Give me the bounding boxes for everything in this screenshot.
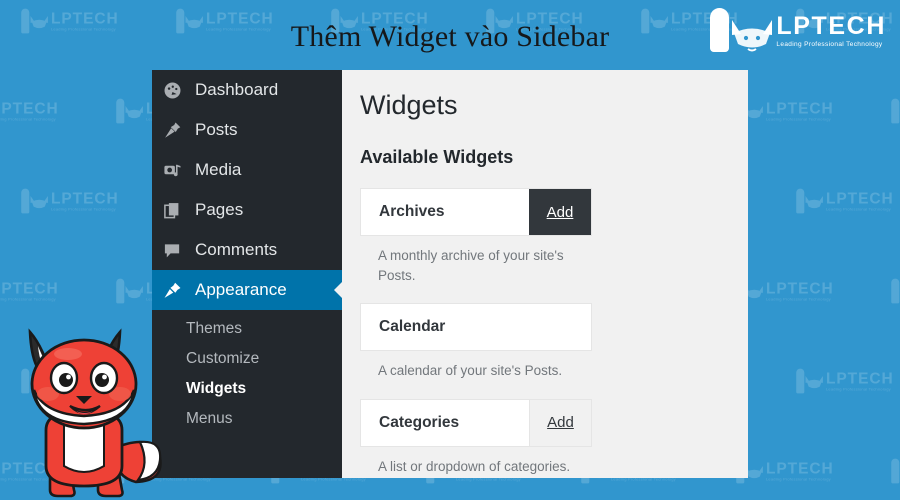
widget-cell: Categories Add A list or dropdown of categ… [360,398,592,477]
watermark-text: LPTECHLeading Professional Technology [0,100,59,122]
watermark-text: LPTECHLeading Professional Technology [826,370,894,392]
brand-name: LPTECH [776,11,886,40]
widget-title: Categories [379,413,460,431]
sidebar-item-label: Posts [195,120,238,139]
submenu-item-label: Widgets [186,380,247,397]
widget-add-button[interactable]: Add [529,399,591,446]
brand-logo: LPTECH Leading Professional Technology [708,8,886,54]
dashboard-gauge-icon [163,81,189,100]
watermark-logo-icon [795,188,824,215]
submenu-item-label: Customize [186,350,260,367]
sidebar-item-dashboard[interactable]: Dashboard [152,70,342,110]
watermark-lptech: LPTECHLeading Professional Technology [795,368,894,395]
submenu-item-label: Themes [186,320,242,337]
watermark-text: LPTECHLeading Professional Technology [51,190,119,212]
watermark-text: LPTECHLeading Professional Technology [826,190,894,212]
lptech-fox-logo-icon [708,8,774,54]
widget-description: A monthly archive of your site's Posts. [378,248,564,283]
watermark-lptech: LPTECHLeading Professional Technology [735,458,834,485]
widget-card[interactable]: Archives Add [360,188,592,236]
widget-title: Archives [379,203,445,220]
widget-card[interactable]: CalendarAdd [360,303,592,352]
submenu-item-widgets[interactable]: Widgets [152,374,342,404]
watermark-lptech: LPTECHLeading Professional Technology [0,98,59,125]
watermark-logo-icon [20,188,49,215]
available-widgets-grid: Archives Add A monthly archive of your sit… [360,188,748,478]
submenu-item-menus[interactable]: Menus [152,404,342,434]
watermark-lptech: LPTECHLeading Professional Technology [795,188,894,215]
watermark-logo-icon [795,368,824,395]
sidebar-item-label: Dashboard [195,80,279,99]
submenu-item-themes[interactable]: Themes [152,314,342,344]
widget-title: Calendar [379,318,446,336]
watermark-lptech: LPTECHLeading Professional Technology [735,278,834,305]
sidebar-item-appearance[interactable]: Appearance [152,270,343,310]
content-heading: Widgets [360,90,458,120]
widget-cell: Archives Add A monthly archive of your sit… [360,188,592,285]
sidebar-item-pages[interactable]: Pages [152,190,342,230]
sidebar-item-label: Comments [195,240,278,259]
admin-sidebar: Dashboard Posts Media Pages Comments App… [152,70,343,478]
widget-cell: CalendarAdd A calendar of your site's Pos… [360,303,592,381]
widget-card[interactable]: Categories Add [360,398,592,447]
sidebar-item-comments[interactable]: Comments [152,230,342,270]
page-document-icon [163,201,189,220]
watermark-lptech: LPTECHLeading Professional Technology [890,458,900,485]
submenu-item-label: Menus [186,410,233,427]
available-widgets-heading: Available Widgets [360,147,514,167]
submenu-item-customize[interactable]: Customize [152,344,342,374]
appearance-submenu: Themes Customize Widgets Menus [152,310,342,440]
watermark-text: LPTECHLeading Professional Technology [766,460,834,482]
watermark-logo-icon [890,458,900,485]
logo-fox-icon [732,20,773,52]
fox-mascot [28,328,162,498]
pin-icon [163,121,189,140]
screenshot-canvas: LPTECH Leading Professional Technology LPT… [0,0,900,500]
sidebar-item-label: Appearance [195,280,287,299]
watermark-logo-icon [115,98,144,125]
watermark-logo-icon [890,98,900,125]
watermark-lptech: LPTECHLeading Professional Technology [890,98,900,125]
watermark-text: LPTECHLeading Professional Technology [0,280,59,302]
sidebar-item-posts[interactable]: Posts [152,110,342,150]
watermark-text: LPTECHLeading Professional Technology [766,280,834,302]
brand-tagline: Leading Professional Technology [776,40,883,48]
watermark-lptech: LPTECHLeading Professional Technology [735,98,834,125]
watermark-logo-icon [890,278,900,305]
paintbrush-icon [163,281,189,300]
wordpress-admin-window: Dashboard Posts Media Pages Comments App… [152,70,748,478]
watermark-lptech: LPTECHLeading Professional Technology [890,278,900,305]
media-camera-icon [163,161,189,180]
logo-bar-shape [710,8,730,52]
admin-content: Widgets Available Widgets Archives Add A m… [342,70,748,478]
sidebar-item-media[interactable]: Media [152,150,342,190]
widget-add-button[interactable]: Add [529,189,591,235]
watermark-lptech: LPTECHLeading Professional Technology [0,278,59,305]
watermark-lptech: LPTECHLeading Professional Technology [20,188,119,215]
sidebar-item-label: Media [195,160,242,179]
brand-text: LPTECH Leading Professional Technology [776,11,886,49]
watermark-logo-icon [115,278,144,305]
watermark-text: LPTECHLeading Professional Technology [766,100,834,122]
widget-description: A list or dropdown of categories. [378,458,571,474]
widget-description: A calendar of your site's Posts. [378,363,563,379]
comment-bubble-icon [163,241,189,260]
sidebar-item-label: Pages [195,200,244,219]
